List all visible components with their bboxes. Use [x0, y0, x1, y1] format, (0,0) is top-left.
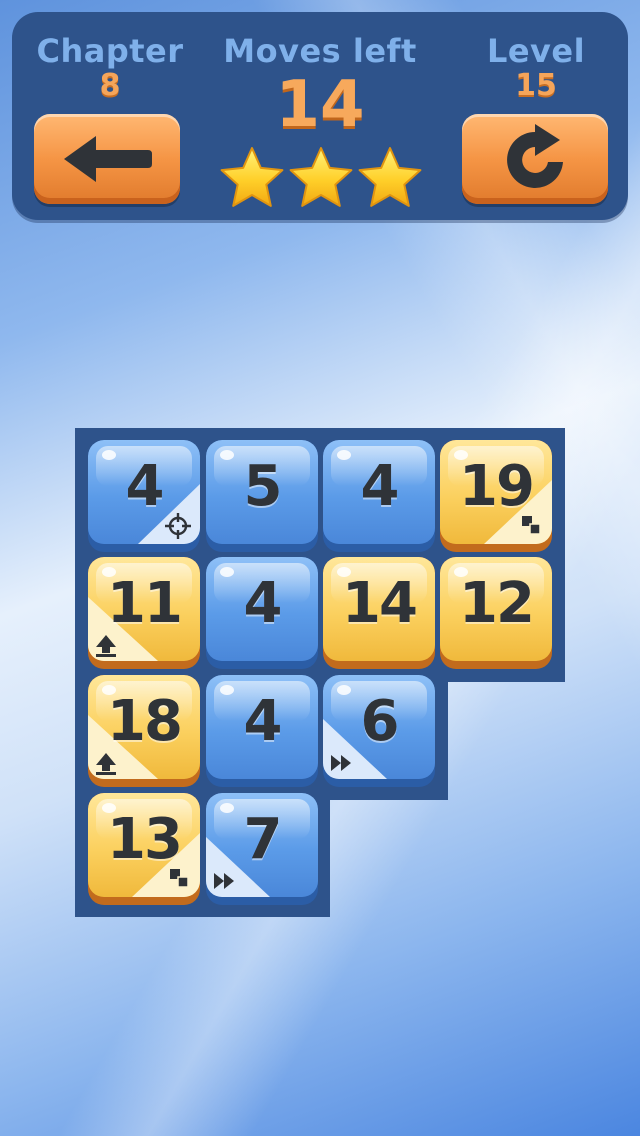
tile-number: 14	[342, 571, 418, 636]
tile-face: 4	[323, 440, 435, 544]
tile-face: 7	[206, 793, 318, 897]
number-tile[interactable]: 4	[206, 675, 318, 787]
tile-face: 13	[88, 793, 200, 897]
tile-face: 5	[206, 440, 318, 544]
tile-number: 11	[107, 571, 183, 636]
number-tile[interactable]: 4	[323, 440, 435, 552]
tile-number: 4	[243, 571, 283, 636]
number-tile[interactable]: 4	[88, 440, 200, 552]
tile-number: 5	[243, 454, 283, 519]
number-tile[interactable]: 18	[88, 675, 200, 787]
number-tile[interactable]: 13	[88, 793, 200, 905]
tile-face: 4	[206, 557, 318, 661]
number-tile[interactable]: 19	[440, 440, 552, 552]
tile-face: 12	[440, 557, 552, 661]
tile-number: 4	[243, 689, 283, 754]
tile-number: 12	[459, 571, 535, 636]
tile-number: 18	[107, 689, 183, 754]
tile-face: 14	[323, 557, 435, 661]
number-tile[interactable]: 4	[206, 557, 318, 669]
tile-face: 6	[323, 675, 435, 779]
number-tile[interactable]: 7	[206, 793, 318, 905]
tile-face: 4	[206, 675, 318, 779]
number-tile[interactable]: 5	[206, 440, 318, 552]
tile-face: 18	[88, 675, 200, 779]
game-board: 4 5 4 19 11 4 14 12 18 4 6 13 7	[0, 0, 640, 1136]
tile-face: 11	[88, 557, 200, 661]
tile-number: 19	[459, 454, 535, 519]
tile-number: 13	[107, 807, 183, 872]
number-tile[interactable]: 11	[88, 557, 200, 669]
tile-number: 7	[243, 807, 283, 872]
tile-number: 4	[125, 454, 165, 519]
tile-number: 6	[360, 689, 400, 754]
tile-face: 19	[440, 440, 552, 544]
tile-face: 4	[88, 440, 200, 544]
number-tile[interactable]: 12	[440, 557, 552, 669]
tile-number: 4	[360, 454, 400, 519]
number-tile[interactable]: 14	[323, 557, 435, 669]
number-tile[interactable]: 6	[323, 675, 435, 787]
